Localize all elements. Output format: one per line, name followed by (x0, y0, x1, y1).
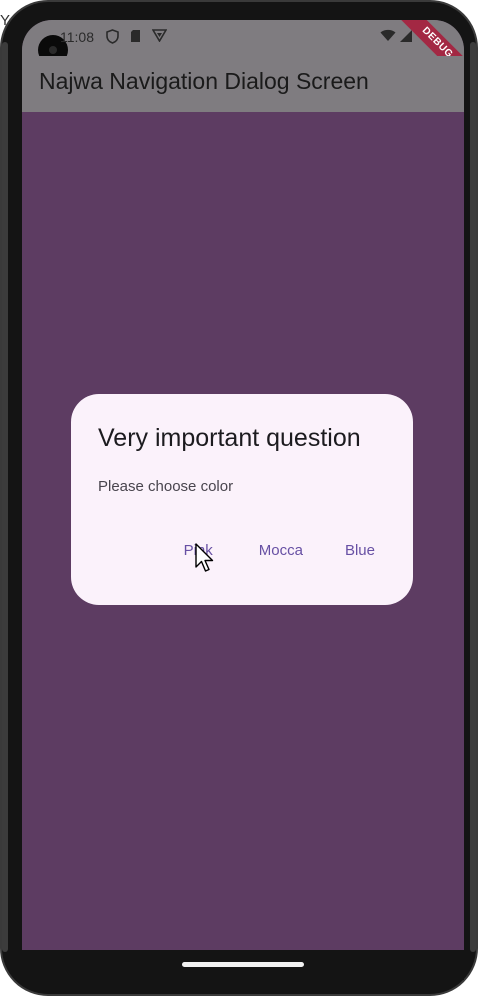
status-bar: 11:08 DEBUG (22, 20, 464, 89)
blue-button[interactable]: Blue (331, 534, 389, 567)
status-time: 11:08 (60, 29, 94, 45)
app-bar: Najwa Navigation Dialog Screen (22, 56, 464, 112)
sim-card-icon (130, 29, 141, 47)
app-bar-title: Najwa Navigation Dialog Screen (39, 68, 369, 94)
shield-icon (106, 29, 119, 48)
dialog-title: Very important question (98, 424, 361, 452)
alert-dialog: Very important question Please choose co… (71, 394, 413, 605)
mouse-cursor-icon (195, 543, 214, 572)
phone-edge-left (2, 42, 8, 952)
edge-text: Yo (0, 12, 10, 29)
device-screen: 11:08 DEBUG Najwa Navigation Dialog Scre… (22, 20, 464, 975)
vpn-icon (151, 29, 168, 46)
gesture-handle[interactable] (182, 962, 304, 967)
dialog-content: Please choose color (98, 478, 234, 495)
navigation-bar (22, 950, 464, 980)
mocca-button[interactable]: Mocca (245, 534, 317, 567)
wifi-icon (380, 29, 396, 46)
phone-edge-right (470, 42, 476, 952)
signal-icon (399, 29, 413, 47)
